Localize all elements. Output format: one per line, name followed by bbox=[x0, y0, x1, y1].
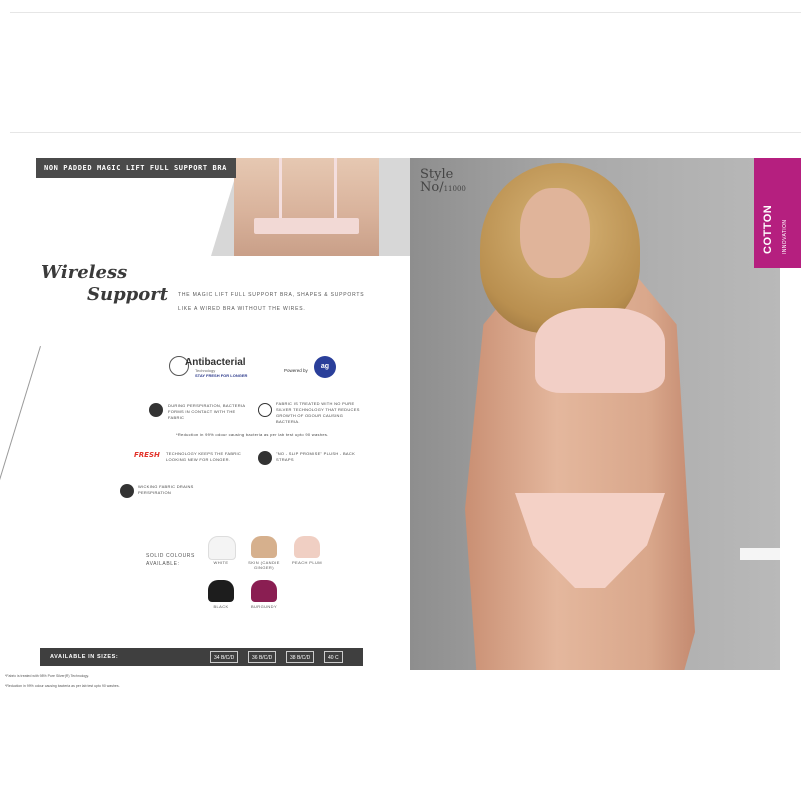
model-photo: Style No/11000 bbox=[410, 158, 780, 670]
swatch-label: BLACK bbox=[213, 604, 229, 609]
headline-line2: Support bbox=[87, 284, 169, 305]
silver-tech-logo: ag bbox=[314, 356, 336, 378]
antibacterial-tagline: STAY FRESH FOR LONGER bbox=[195, 373, 248, 378]
product-description: THE MAGIC LIFT FULL SUPPORT BRA, SHAPES … bbox=[178, 292, 365, 312]
sizes-label: AVAILABLE IN SIZES: bbox=[50, 654, 119, 660]
back-view-photo bbox=[234, 158, 379, 256]
colors-label: SOLID COLOURS AVAILABLE: bbox=[146, 553, 195, 567]
model-face bbox=[520, 188, 590, 278]
feature-text: WICKING FABRIC DRAINS PERSPIRATION bbox=[138, 484, 194, 495]
swatch-skin bbox=[251, 536, 277, 558]
feature-text: DURING PERSPIRATION, BACTERIA FORMS IN C… bbox=[168, 403, 246, 420]
brand-subname: INNOVATION bbox=[782, 219, 788, 254]
brand-name: COTTON bbox=[762, 204, 774, 254]
top-divider bbox=[10, 12, 801, 13]
headline-line1: Wireless bbox=[41, 262, 128, 283]
feature-text: FABRIC IS TREATED WITH NO PURE SILVER TE… bbox=[276, 401, 360, 424]
headline: Wireless Support bbox=[41, 262, 168, 306]
no-bacteria-icon bbox=[258, 403, 272, 417]
size-option: 36 B/C/D bbox=[248, 651, 277, 663]
swatch-label: BURGUNDY bbox=[250, 604, 278, 609]
drops-icon bbox=[149, 403, 163, 417]
fabric-icon bbox=[120, 484, 134, 498]
swatch-white bbox=[208, 536, 236, 560]
left-strap bbox=[279, 158, 282, 218]
size-option: 34 B/C/D bbox=[210, 651, 239, 663]
railing bbox=[740, 548, 780, 560]
diagonal-rule bbox=[0, 346, 41, 624]
style-no-label: No/ bbox=[420, 180, 444, 195]
antibacterial-name: Antibacterial bbox=[185, 357, 246, 368]
swatch-label: WHITE bbox=[213, 560, 229, 565]
swatch-label: SKIN (CANDIE GINGER) bbox=[248, 560, 280, 570]
catalog-spread: NON PADDED MAGIC LIFT FULL SUPPORT BRA W… bbox=[0, 158, 801, 670]
feature-text: "NO - SLIP PROMISE" PLUSH - BACK STRAPS bbox=[276, 451, 356, 462]
bra-garment bbox=[535, 308, 665, 393]
size-option: 38 B/C/D bbox=[286, 651, 315, 663]
strap-icon bbox=[258, 451, 272, 465]
powered-by-label: Powered by bbox=[284, 368, 308, 373]
fresh-logo: FRESH bbox=[134, 451, 160, 459]
swatch-label: PEACH PLUM bbox=[291, 560, 322, 565]
sizes-bar: AVAILABLE IN SIZES: 34 B/C/D 36 B/C/D 38… bbox=[40, 648, 363, 666]
swatch-peach-plum bbox=[294, 536, 320, 558]
size-option: 40 C bbox=[324, 651, 343, 663]
back-band bbox=[254, 218, 359, 234]
footnote: *Fabric is treated with 98% Pure Silver(… bbox=[5, 674, 89, 678]
swatch-burgundy bbox=[251, 580, 277, 602]
product-header: NON PADDED MAGIC LIFT FULL SUPPORT BRA bbox=[36, 158, 236, 178]
brand-tag: COTTON INNOVATION bbox=[754, 158, 801, 268]
swatch-black bbox=[208, 580, 234, 602]
style-number: 11000 bbox=[443, 185, 466, 193]
footnote-note: *Reduction in 99% odour causing bacteria… bbox=[176, 432, 329, 437]
footnote: *Reduction in 99% odour causing bacteria… bbox=[5, 684, 120, 688]
feature-text: TECHNOLOGY KEEPS THE FABRIC LOOKING NEW … bbox=[166, 451, 242, 462]
style-number-block: Style No/11000 bbox=[420, 168, 466, 196]
section-divider bbox=[10, 132, 801, 133]
right-strap bbox=[334, 158, 337, 218]
product-info-panel: NON PADDED MAGIC LIFT FULL SUPPORT BRA W… bbox=[0, 158, 411, 670]
